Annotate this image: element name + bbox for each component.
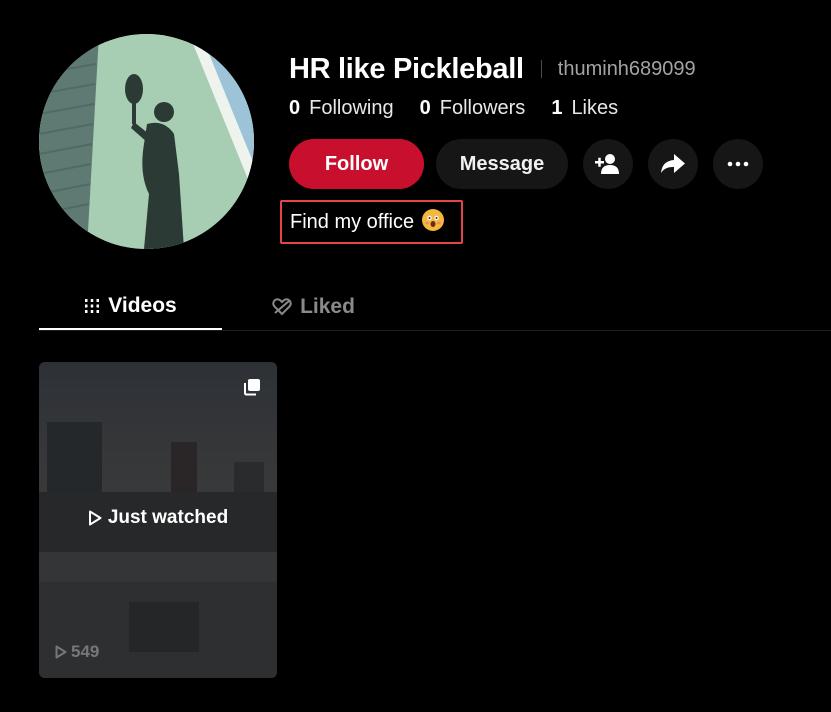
more-button[interactable] bbox=[713, 139, 763, 189]
tab-videos[interactable]: Videos bbox=[39, 284, 222, 330]
stat-value: 1 bbox=[551, 96, 563, 119]
video-card[interactable]: Just watched 549 bbox=[39, 362, 277, 678]
stat-value: 0 bbox=[419, 96, 431, 119]
view-count-value: 549 bbox=[71, 642, 100, 661]
just-watched-overlay: Just watched bbox=[39, 507, 277, 529]
share-icon bbox=[661, 154, 685, 173]
profile-tabs: Videos Liked bbox=[39, 284, 831, 331]
avatar-image bbox=[39, 34, 254, 249]
stat-followers[interactable]: 0 Followers bbox=[420, 97, 526, 120]
stats-row: 0 Following 0 Followers 1 Likes bbox=[289, 95, 644, 121]
grid-icon bbox=[85, 299, 100, 313]
liked-heart-icon bbox=[272, 298, 292, 316]
multi-photo-icon bbox=[243, 378, 261, 401]
play-outline-icon bbox=[88, 510, 102, 526]
profile-page: HR like Pickleball thuminh689099 0 Follo… bbox=[0, 0, 831, 712]
just-watched-label: Just watched bbox=[107, 507, 229, 528]
name-separator bbox=[540, 60, 542, 78]
name-row: HR like Pickleball thuminh689099 bbox=[289, 50, 696, 88]
message-button[interactable]: Message bbox=[436, 139, 568, 189]
profile-actions: Follow Message bbox=[289, 139, 763, 189]
tab-videos-label: Videos bbox=[108, 294, 177, 317]
stat-value: 0 bbox=[289, 96, 301, 119]
add-friend-button[interactable] bbox=[583, 139, 633, 189]
stat-following[interactable]: 0 Following bbox=[289, 97, 394, 120]
add-friend-icon bbox=[595, 154, 619, 174]
more-icon bbox=[727, 161, 749, 167]
stat-likes: 1 Likes bbox=[551, 97, 618, 120]
stat-label: Following bbox=[309, 96, 394, 119]
stat-label: Likes bbox=[571, 96, 619, 119]
tab-liked-label: Liked bbox=[300, 295, 355, 318]
tab-liked[interactable]: Liked bbox=[222, 284, 405, 330]
username: thuminh689099 bbox=[557, 57, 696, 80]
follow-button[interactable]: Follow bbox=[289, 139, 424, 189]
display-name: HR like Pickleball bbox=[289, 52, 524, 85]
share-button[interactable] bbox=[648, 139, 698, 189]
play-count-icon bbox=[55, 645, 67, 659]
stat-label: Followers bbox=[439, 96, 526, 119]
astonished-emoji-icon bbox=[422, 209, 445, 231]
avatar[interactable] bbox=[39, 34, 254, 249]
view-count: 549 bbox=[55, 642, 99, 662]
bio-highlight[interactable]: Find my office bbox=[280, 200, 463, 244]
bio-text: Find my office bbox=[290, 210, 415, 233]
